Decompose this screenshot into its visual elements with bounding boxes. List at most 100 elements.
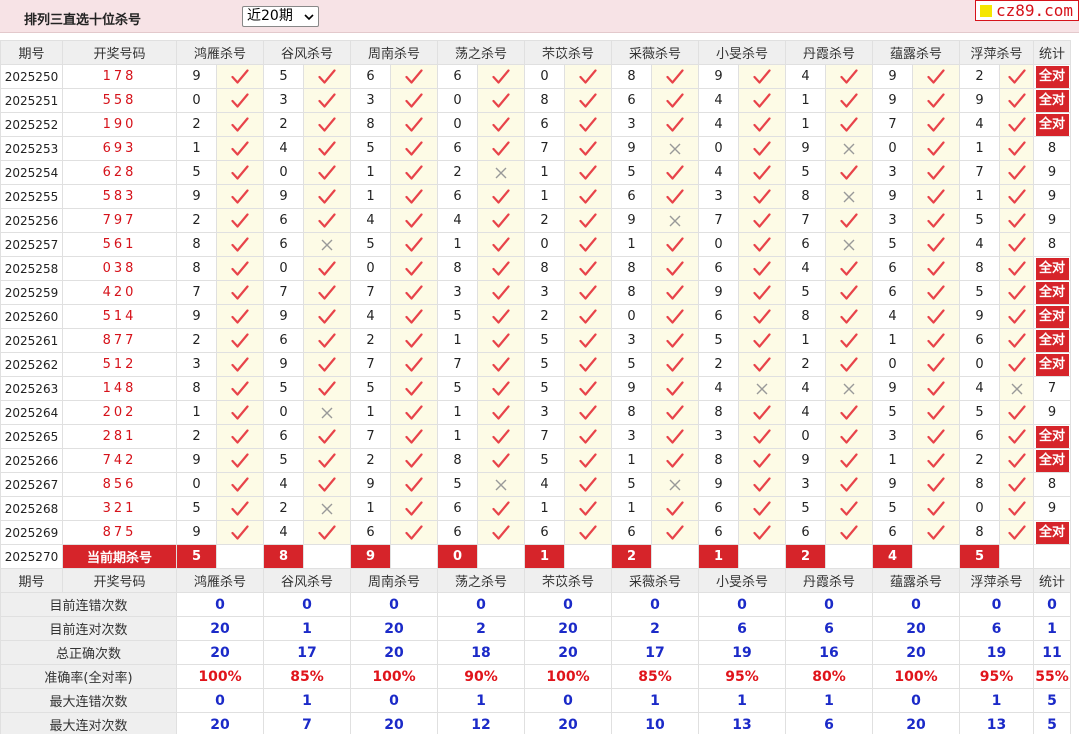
kill-number-cell: 5 [785, 280, 826, 305]
stat-cell: 8 [1033, 136, 1071, 161]
check-icon [825, 472, 873, 497]
cross-icon [738, 376, 786, 401]
stat-cell: 全对 [1033, 520, 1071, 545]
kill-number-cell: 3 [872, 424, 913, 449]
kill-number-cell: 7 [437, 352, 478, 377]
kill-number-cell: 0 [176, 88, 217, 113]
kill-number-cell: 4 [959, 376, 1000, 401]
check-icon [303, 520, 351, 545]
check-icon [390, 304, 438, 329]
check-icon [738, 520, 786, 545]
kill-number-cell: 6 [872, 520, 913, 545]
kill-number-cell: 6 [872, 280, 913, 305]
kill-number-cell: 5 [176, 496, 217, 521]
period-range-select[interactable]: 近20期 [242, 6, 319, 27]
check-icon [738, 184, 786, 209]
kill-number-cell: 9 [698, 280, 739, 305]
col-killer-4: 芣苡杀号 [524, 40, 612, 65]
kill-number-cell: 5 [524, 352, 565, 377]
check-icon [999, 232, 1034, 257]
stat-cell: 9 [1033, 184, 1071, 209]
col-killer-2: 周南杀号 [350, 40, 438, 65]
current-kill-number: 0 [437, 544, 478, 569]
logo-square-icon [980, 5, 992, 17]
check-icon [738, 256, 786, 281]
kill-number-cell: 2 [263, 112, 304, 137]
check-icon [651, 496, 699, 521]
kill-number-cell: 9 [176, 64, 217, 89]
period-cell: 2025261 [0, 328, 63, 353]
current-kill-number: 8 [263, 544, 304, 569]
winning-number-cell: 202 [62, 400, 177, 425]
kill-number-cell: 6 [611, 520, 652, 545]
check-icon [999, 448, 1034, 473]
check-icon [477, 496, 525, 521]
summary-label: 最大连错次数 [0, 688, 177, 713]
check-icon [303, 256, 351, 281]
check-icon [216, 520, 264, 545]
check-icon [477, 64, 525, 89]
kill-number-cell: 6 [611, 88, 652, 113]
period-cell: 2025268 [0, 496, 63, 521]
cross-icon [651, 208, 699, 233]
stat-cell: 7 [1033, 376, 1071, 401]
check-icon [825, 328, 873, 353]
check-icon [912, 88, 960, 113]
stat-cell: 全对 [1033, 112, 1071, 137]
kill-number-cell: 8 [698, 400, 739, 425]
check-icon [303, 376, 351, 401]
summary-value: 1 [437, 688, 525, 713]
kill-number-cell: 0 [959, 496, 1000, 521]
check-icon [912, 64, 960, 89]
check-icon [651, 88, 699, 113]
header-row-bottom: 期号 开奖号码 鸿雁杀号 谷风杀号 周南杀号 荡之杀号 芣苡杀号 采薇杀号 小旻杀号 丹霞杀号 蕴露… [0, 568, 1071, 593]
kill-number-cell: 9 [785, 448, 826, 473]
check-icon [912, 232, 960, 257]
table-row: 2025268 321 5 2 1 6 1 1 6 5 5 0 9 [0, 496, 1071, 521]
summary-value: 20 [524, 712, 612, 734]
check-icon [912, 304, 960, 329]
kill-number-cell: 3 [263, 88, 304, 113]
kill-number-cell: 3 [524, 280, 565, 305]
check-icon [651, 184, 699, 209]
summary-stat: 11 [1033, 640, 1071, 665]
period-cell: 2025267 [0, 472, 63, 497]
kill-number-cell: 1 [611, 232, 652, 257]
site-logo[interactable]: cz89.com [975, 0, 1079, 21]
kill-number-cell: 6 [785, 232, 826, 257]
kill-number-cell: 4 [263, 520, 304, 545]
check-icon [999, 256, 1034, 281]
check-icon [825, 424, 873, 449]
check-icon [216, 376, 264, 401]
kill-number-cell: 0 [437, 88, 478, 113]
cross-icon [825, 136, 873, 161]
check-icon [651, 328, 699, 353]
check-icon [912, 520, 960, 545]
col-period: 期号 [0, 568, 63, 593]
kill-number-cell: 8 [785, 304, 826, 329]
all-right-badge: 全对 [1035, 113, 1069, 136]
check-icon [825, 520, 873, 545]
kill-number-cell: 8 [611, 280, 652, 305]
check-icon [999, 424, 1034, 449]
cross-icon [651, 472, 699, 497]
winning-number-cell: 693 [62, 136, 177, 161]
check-icon [216, 328, 264, 353]
kill-number-cell: 4 [698, 112, 739, 137]
summary-value: 1 [785, 688, 873, 713]
kill-number-table: 期号 开奖号码 鸿雁杀号 谷风杀号 周南杀号 荡之杀号 芣苡杀号 采薇杀号 小旻杀号 丹霞杀号 蕴露… [0, 40, 1071, 734]
kill-number-cell: 1 [350, 400, 391, 425]
kill-number-cell: 4 [785, 256, 826, 281]
table-row: 2025250 178 9 5 6 6 0 8 9 4 9 2 全对 [0, 64, 1071, 89]
check-icon [564, 232, 612, 257]
summary-value: 20 [350, 640, 438, 665]
kill-number-cell: 9 [872, 184, 913, 209]
kill-number-cell: 8 [437, 448, 478, 473]
cross-icon [651, 136, 699, 161]
current-kill-blank [216, 544, 264, 569]
kill-number-cell: 9 [698, 64, 739, 89]
summary-value: 0 [524, 592, 612, 617]
check-icon [564, 88, 612, 113]
kill-number-cell: 5 [611, 352, 652, 377]
kill-number-cell: 0 [872, 136, 913, 161]
